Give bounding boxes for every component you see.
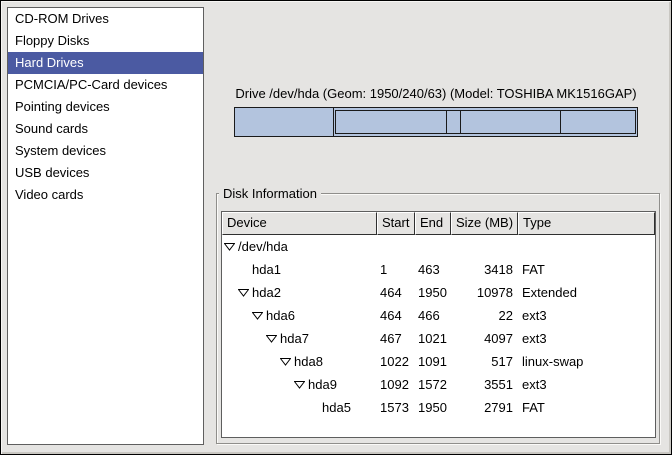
device-category-list: CD-ROM DrivesFloppy DisksHard DrivesPCMC… [7,7,204,445]
device-name: hda9 [308,373,337,396]
type-cell [518,235,655,258]
type-cell: ext3 [518,373,655,396]
end-cell: 463 [415,258,451,281]
sidebar-item-hard-drives[interactable]: Hard Drives [8,52,203,74]
sidebar-item-usb-devices[interactable]: USB devices [8,162,203,184]
device-cell: hda9 [222,373,377,396]
start-cell: 1022 [377,350,415,373]
end-cell [415,235,451,258]
device-name: hda2 [252,281,281,304]
start-cell: 1573 [377,396,415,419]
table-row-hda6[interactable]: hda6 46446622ext3 [222,304,655,327]
expander-icon[interactable] [238,288,252,297]
sidebar-item-system-devices[interactable]: System devices [8,140,203,162]
partition-divider [560,111,561,133]
disk-information-label: Disk Information [219,186,321,201]
expander-icon[interactable] [224,242,238,251]
table-row-hda5[interactable]: hda5 157319502791FAT [222,396,655,419]
device-cell: /dev/hda [222,235,377,258]
device-name: /dev/hda [238,235,288,258]
device-cell: hda2 [222,281,377,304]
start-cell: 467 [377,327,415,350]
sidebar-item-pointing-devices[interactable]: Pointing devices [8,96,203,118]
hardware-browser-window: CD-ROM DrivesFloppy DisksHard DrivesPCMC… [0,0,672,455]
end-cell: 1950 [415,281,451,304]
sidebar-item-sound-cards[interactable]: Sound cards [8,118,203,140]
table-row-hda8[interactable]: hda8 10221091517linux-swap [222,350,655,373]
table-header-row: DeviceStartEndSize (MB)Type [222,212,655,235]
partition-segment-extended [335,110,636,134]
type-cell: Extended [518,281,655,304]
column-header-size-mb[interactable]: Size (MB) [451,212,518,235]
start-cell: 464 [377,281,415,304]
column-header-type[interactable]: Type [518,212,655,235]
tree-indent [222,292,238,293]
table-row-dev-hda[interactable]: /dev/hda [222,235,655,258]
tree-indent [222,407,308,408]
type-cell: FAT [518,396,655,419]
start-cell: 1092 [377,373,415,396]
expander-icon[interactable] [252,311,266,320]
table-row-hda2[interactable]: hda2 464195010978Extended [222,281,655,304]
expander-icon[interactable] [266,334,280,343]
end-cell: 466 [415,304,451,327]
device-name: hda5 [322,396,351,419]
type-cell: FAT [518,258,655,281]
device-name: hda6 [266,304,295,327]
end-cell: 1091 [415,350,451,373]
tree-indent [222,384,294,385]
end-cell: 1572 [415,373,451,396]
size-cell [451,235,518,258]
column-header-start[interactable]: Start [377,212,415,235]
partition-divider [460,111,461,133]
sidebar-item-pcmcia-pc-card-devices[interactable]: PCMCIA/PC-Card devices [8,74,203,96]
device-cell: hda1 [222,258,377,281]
device-cell: hda5 [222,396,377,419]
device-name: hda8 [294,350,323,373]
device-name: hda1 [252,258,281,281]
tree-indent [222,338,266,339]
device-cell: hda7 [222,327,377,350]
table-row-hda9[interactable]: hda9 109215723551ext3 [222,373,655,396]
size-cell: 3418 [451,258,518,281]
device-cell: hda6 [222,304,377,327]
start-cell: 1 [377,258,415,281]
table-body: /dev/hdahda114633418FAThda2464195010978E… [222,235,655,419]
start-cell [377,235,415,258]
sidebar-item-floppy-disks[interactable]: Floppy Disks [8,30,203,52]
sidebar-item-cd-rom-drives[interactable]: CD-ROM Drives [8,8,203,30]
size-cell: 2791 [451,396,518,419]
end-cell: 1950 [415,396,451,419]
partition-segment-primary [235,108,334,136]
size-cell: 10978 [451,281,518,304]
start-cell: 464 [377,304,415,327]
tree-indent [222,361,280,362]
tree-indent [222,269,238,270]
column-header-device[interactable]: Device [222,212,377,235]
device-cell: hda8 [222,350,377,373]
type-cell: ext3 [518,327,655,350]
device-name: hda7 [280,327,309,350]
drive-info-label: Drive /dev/hda (Geom: 1950/240/63) (Mode… [234,86,638,101]
expander-icon[interactable] [280,357,294,366]
table-row-hda1[interactable]: hda1 14633418FAT [222,258,655,281]
disk-information-table: DeviceStartEndSize (MB)Type /dev/hdahda1… [221,211,656,438]
column-header-end[interactable]: End [415,212,451,235]
type-cell: linux-swap [518,350,655,373]
type-cell: ext3 [518,304,655,327]
size-cell: 4097 [451,327,518,350]
size-cell: 517 [451,350,518,373]
size-cell: 22 [451,304,518,327]
sidebar-item-video-cards[interactable]: Video cards [8,184,203,206]
partition-bar [234,107,638,137]
size-cell: 3551 [451,373,518,396]
end-cell: 1021 [415,327,451,350]
expander-icon[interactable] [294,380,308,389]
tree-indent [222,315,252,316]
table-row-hda7[interactable]: hda7 46710214097ext3 [222,327,655,350]
partition-divider [446,111,447,133]
